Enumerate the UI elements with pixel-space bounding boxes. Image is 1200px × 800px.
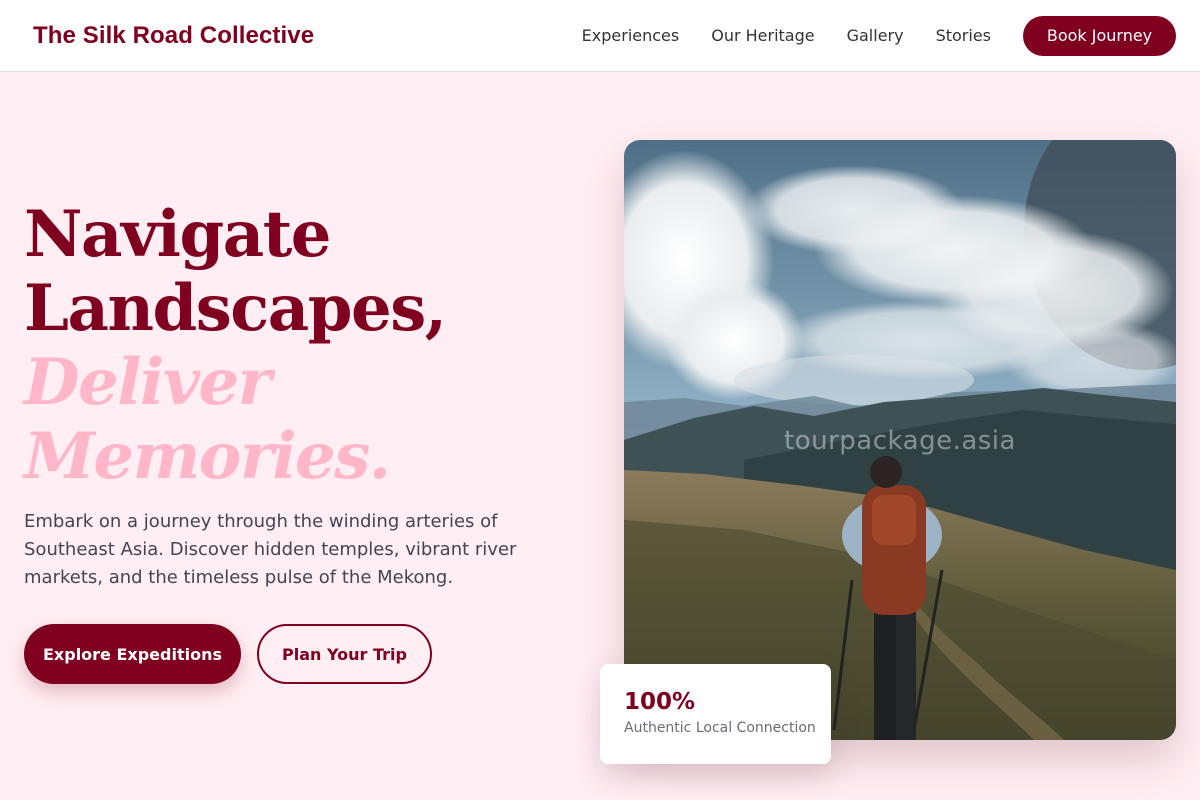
hero-title: Navigate Landscapes, Deliver Memories. [24, 198, 584, 494]
stat-value: 100% [624, 689, 696, 715]
hero-title-line-1: Navigate [24, 197, 331, 272]
image-watermark: tourpackage.asia [784, 426, 1016, 456]
main-nav: Experiences Our Heritage Gallery Stories… [582, 15, 1176, 56]
hero-photo-hiker-mountains: tourpackage.asia [624, 140, 1176, 740]
plan-your-trip-button[interactable]: Plan Your Trip [257, 624, 432, 684]
explore-expeditions-button[interactable]: Explore Expeditions [24, 624, 241, 684]
nav-link-our-heritage[interactable]: Our Heritage [711, 26, 814, 45]
book-journey-button[interactable]: Book Journey [1023, 15, 1176, 56]
brand-logo[interactable]: The Silk Road Collective [33, 22, 314, 50]
site-header: The Silk Road Collective Experiences Our… [0, 0, 1200, 72]
hero-accent-line-1: Deliver [24, 345, 271, 420]
hero-accent-line-2: Memories. [24, 419, 391, 494]
nav-link-gallery[interactable]: Gallery [847, 26, 904, 45]
hero-cta-row: Explore Expeditions Plan Your Trip [24, 624, 432, 684]
stat-label: Authentic Local Connection [624, 720, 816, 736]
hero-title-line-2: Landscapes, [24, 271, 447, 346]
nav-link-stories[interactable]: Stories [936, 26, 991, 45]
hero-description: Embark on a journey through the winding … [24, 511, 517, 588]
nav-link-experiences[interactable]: Experiences [582, 26, 680, 45]
stat-card: 100% Authentic Local Connection [600, 664, 831, 764]
